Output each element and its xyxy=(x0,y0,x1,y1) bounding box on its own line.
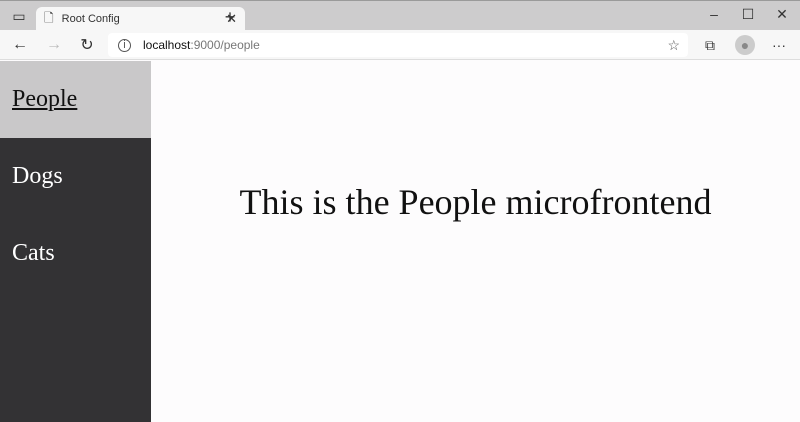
url-host: localhost xyxy=(143,38,191,52)
more-menu-icon[interactable]: ··· xyxy=(768,35,790,55)
main-content: This is the People microfrontend xyxy=(151,61,800,422)
nav-item-people[interactable]: People xyxy=(0,61,151,138)
page-heading: This is the People microfrontend xyxy=(239,182,712,222)
page-icon: 🗋 xyxy=(44,10,54,25)
sidebar: People Dogs Cats xyxy=(0,61,151,422)
back-icon[interactable]: ← xyxy=(10,35,30,55)
collections-icon[interactable]: ⧉ xyxy=(700,35,720,55)
forward-icon[interactable]: → xyxy=(44,35,64,55)
info-icon[interactable]: i xyxy=(118,38,131,52)
new-tab-icon[interactable]: + xyxy=(220,7,240,27)
minimize-icon[interactable]: – xyxy=(702,5,726,23)
nav-item-cats[interactable]: Cats xyxy=(0,215,151,292)
tab-title: Root Config xyxy=(61,13,120,25)
browser-toolbar: ← → ↻ i localhost:9000/people ☆ ⧉ ● ··· xyxy=(0,30,800,60)
close-window-icon[interactable]: ✕ xyxy=(770,5,794,23)
url-path: :9000/people xyxy=(190,38,260,52)
address-bar[interactable]: i localhost:9000/people ☆ xyxy=(108,33,688,57)
maximize-icon[interactable]: ☐ xyxy=(736,5,760,23)
favorites-star-icon[interactable]: ☆ xyxy=(667,37,680,54)
refresh-icon[interactable]: ↻ xyxy=(77,35,97,55)
tab-actions-icon[interactable]: ▭ xyxy=(10,7,28,25)
browser-tab[interactable]: 🗋 Root Config ✕ xyxy=(36,7,245,31)
tab-strip: ▭ 🗋 Root Config ✕ + – ☐ ✕ xyxy=(0,0,800,31)
profile-avatar-icon[interactable]: ● xyxy=(735,35,755,55)
nav-item-dogs[interactable]: Dogs xyxy=(0,138,151,215)
